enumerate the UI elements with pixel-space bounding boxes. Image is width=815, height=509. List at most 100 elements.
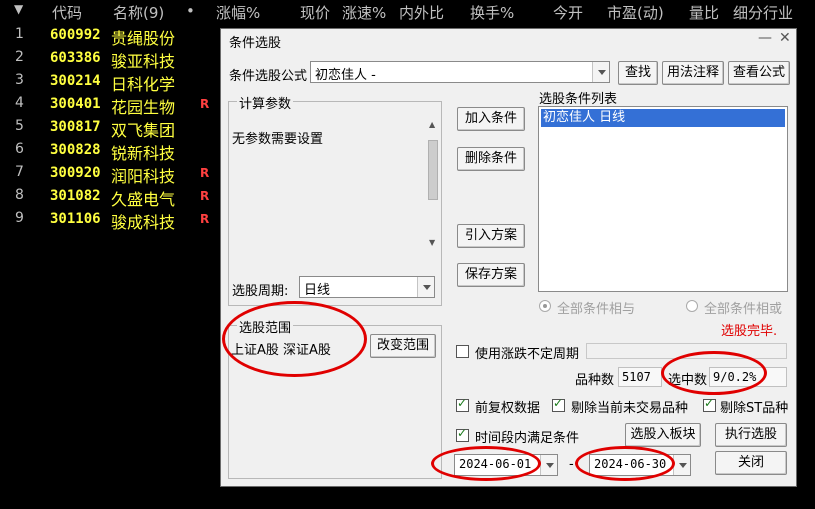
header-open[interactable]: 今开 <box>553 2 583 23</box>
dialog-titlebar[interactable]: 条件选股 — ✕ <box>221 29 796 51</box>
delete-condition-button[interactable]: 删除条件 <box>457 147 525 171</box>
minimize-icon[interactable]: — <box>758 30 772 46</box>
exclude-untraded-label: 剔除当前未交易品种 <box>571 401 689 416</box>
annotation-ellipse-date-to <box>575 446 675 481</box>
chevron-down-icon[interactable] <box>673 455 690 475</box>
period-select[interactable]: 日线 <box>299 276 435 298</box>
header-speed[interactable]: 涨速% <box>342 2 386 23</box>
chevron-down-icon[interactable] <box>417 277 434 297</box>
row-index: 4 <box>15 95 24 111</box>
annotation-ellipse-date-from <box>431 446 541 481</box>
stock-name: 润阳科技 <box>111 167 176 186</box>
header-industry[interactable]: 细分行业 <box>733 2 793 23</box>
row-index: 3 <box>15 72 24 88</box>
chevron-down-icon[interactable] <box>592 62 609 82</box>
period-label: 选股周期: <box>232 284 289 299</box>
row-index: 1 <box>15 26 24 42</box>
header-price[interactable]: 现价 <box>300 2 330 23</box>
formula-label: 条件选股公式 <box>229 69 308 84</box>
period-value: 日线 <box>304 283 331 298</box>
scroll-up-icon[interactable]: ▲ <box>429 120 435 129</box>
irregular-period-label: 使用涨跌不定周期 <box>475 347 580 362</box>
header-name[interactable]: 名称(9) <box>113 2 164 23</box>
stock-code: 300214 <box>50 73 101 89</box>
sort-icon[interactable]: ▼ <box>14 2 23 16</box>
stock-name: 久盛电气 <box>111 190 176 209</box>
margin-flag: R <box>200 212 210 226</box>
condition-list[interactable]: 初恋佳人 日线 <box>538 106 788 292</box>
row-index: 2 <box>15 49 24 65</box>
margin-flag: R <box>200 97 210 111</box>
calc-params-group: 计算参数 无参数需要设置 ▲ ▼ 选股周期: 日线 <box>228 93 442 306</box>
header-volratio[interactable]: 量比 <box>689 2 719 23</box>
stock-code: 300817 <box>50 119 101 135</box>
params-scrollbar[interactable]: ▲ ▼ <box>425 120 441 250</box>
date-separator: - <box>569 457 574 472</box>
stock-name: 贵绳股份 <box>111 29 176 48</box>
condition-list-label: 选股条件列表 <box>539 92 618 107</box>
save-scheme-button[interactable]: 保存方案 <box>457 263 525 287</box>
count-field: 5107 <box>618 367 662 387</box>
header-code[interactable]: 代码 <box>52 2 82 23</box>
all-and-radio[interactable] <box>539 300 551 312</box>
stock-name: 骏成科技 <box>111 213 176 232</box>
stock-name: 花园生物 <box>111 98 176 117</box>
exclude-st-label: 剔除ST品种 <box>720 401 789 416</box>
condition-list-item[interactable]: 初恋佳人 日线 <box>541 109 785 127</box>
stock-code: 600992 <box>50 27 101 43</box>
calc-params-label: 计算参数 <box>237 93 294 112</box>
add-to-block-button[interactable]: 选股入板块 <box>625 423 701 447</box>
usage-notes-button[interactable]: 用法注释 <box>662 61 724 85</box>
row-index: 9 <box>15 210 24 226</box>
row-index: 6 <box>15 141 24 157</box>
header-dot: • <box>186 2 195 20</box>
change-range-button[interactable]: 改变范围 <box>370 334 436 358</box>
status-text: 选股完毕. <box>721 324 778 339</box>
formula-select[interactable]: 初恋佳人 - <box>310 61 610 83</box>
pre-adjust-checkbox[interactable] <box>456 396 469 412</box>
scroll-down-icon[interactable]: ▼ <box>429 238 435 247</box>
import-scheme-button[interactable]: 引入方案 <box>457 224 525 248</box>
irregular-period-checkbox[interactable] <box>456 345 469 358</box>
scroll-thumb[interactable] <box>428 140 438 200</box>
stock-code: 603386 <box>50 50 101 66</box>
stock-name: 日科化学 <box>111 75 176 94</box>
chevron-down-icon[interactable] <box>540 455 557 475</box>
stock-table-header: ▼ 代码 名称(9) • 涨幅% 现价 涨速% 内外比 换手% 今开 市盈(动)… <box>0 0 815 24</box>
stock-name: 骏亚科技 <box>111 52 176 71</box>
stock-code: 301106 <box>50 211 101 227</box>
stock-code: 300401 <box>50 96 101 112</box>
close-button[interactable]: 关闭 <box>715 451 787 475</box>
stock-screener-dialog: 条件选股 — ✕ 条件选股公式 初恋佳人 - 查找 用法注释 查看公式 计算参数… <box>220 28 797 487</box>
exclude-untraded-checkbox[interactable] <box>552 396 565 412</box>
header-change[interactable]: 涨幅% <box>216 2 260 23</box>
row-index: 7 <box>15 164 24 180</box>
margin-flag: R <box>200 189 210 203</box>
header-turnover[interactable]: 换手% <box>470 2 514 23</box>
dialog-title: 条件选股 <box>229 36 282 51</box>
stock-code: 300828 <box>50 142 101 158</box>
view-formula-button[interactable]: 查看公式 <box>728 61 790 85</box>
params-text: 无参数需要设置 <box>232 132 324 147</box>
header-pe[interactable]: 市盈(动) <box>607 2 664 23</box>
time-range-label: 时间段内满足条件 <box>475 431 580 446</box>
all-or-label: 全部条件相或 <box>704 302 783 317</box>
row-index: 5 <box>15 118 24 134</box>
pre-adjust-label: 前复权数据 <box>475 401 541 416</box>
find-button[interactable]: 查找 <box>618 61 658 85</box>
header-inout[interactable]: 内外比 <box>399 2 444 23</box>
stock-code: 300920 <box>50 165 101 181</box>
margin-flag: R <box>200 166 210 180</box>
formula-value: 初恋佳人 - <box>315 68 376 83</box>
stock-name: 双飞集团 <box>111 121 176 140</box>
row-index: 8 <box>15 187 24 203</box>
execute-screen-button[interactable]: 执行选股 <box>715 423 787 447</box>
add-condition-button[interactable]: 加入条件 <box>457 107 525 131</box>
exclude-st-checkbox[interactable] <box>703 396 716 412</box>
stock-name: 锐新科技 <box>111 144 176 163</box>
count-label: 品种数 <box>575 373 615 388</box>
all-or-radio[interactable] <box>686 300 698 312</box>
all-and-label: 全部条件相与 <box>557 302 636 317</box>
close-icon[interactable]: ✕ <box>779 30 791 46</box>
time-range-checkbox[interactable] <box>456 426 469 442</box>
